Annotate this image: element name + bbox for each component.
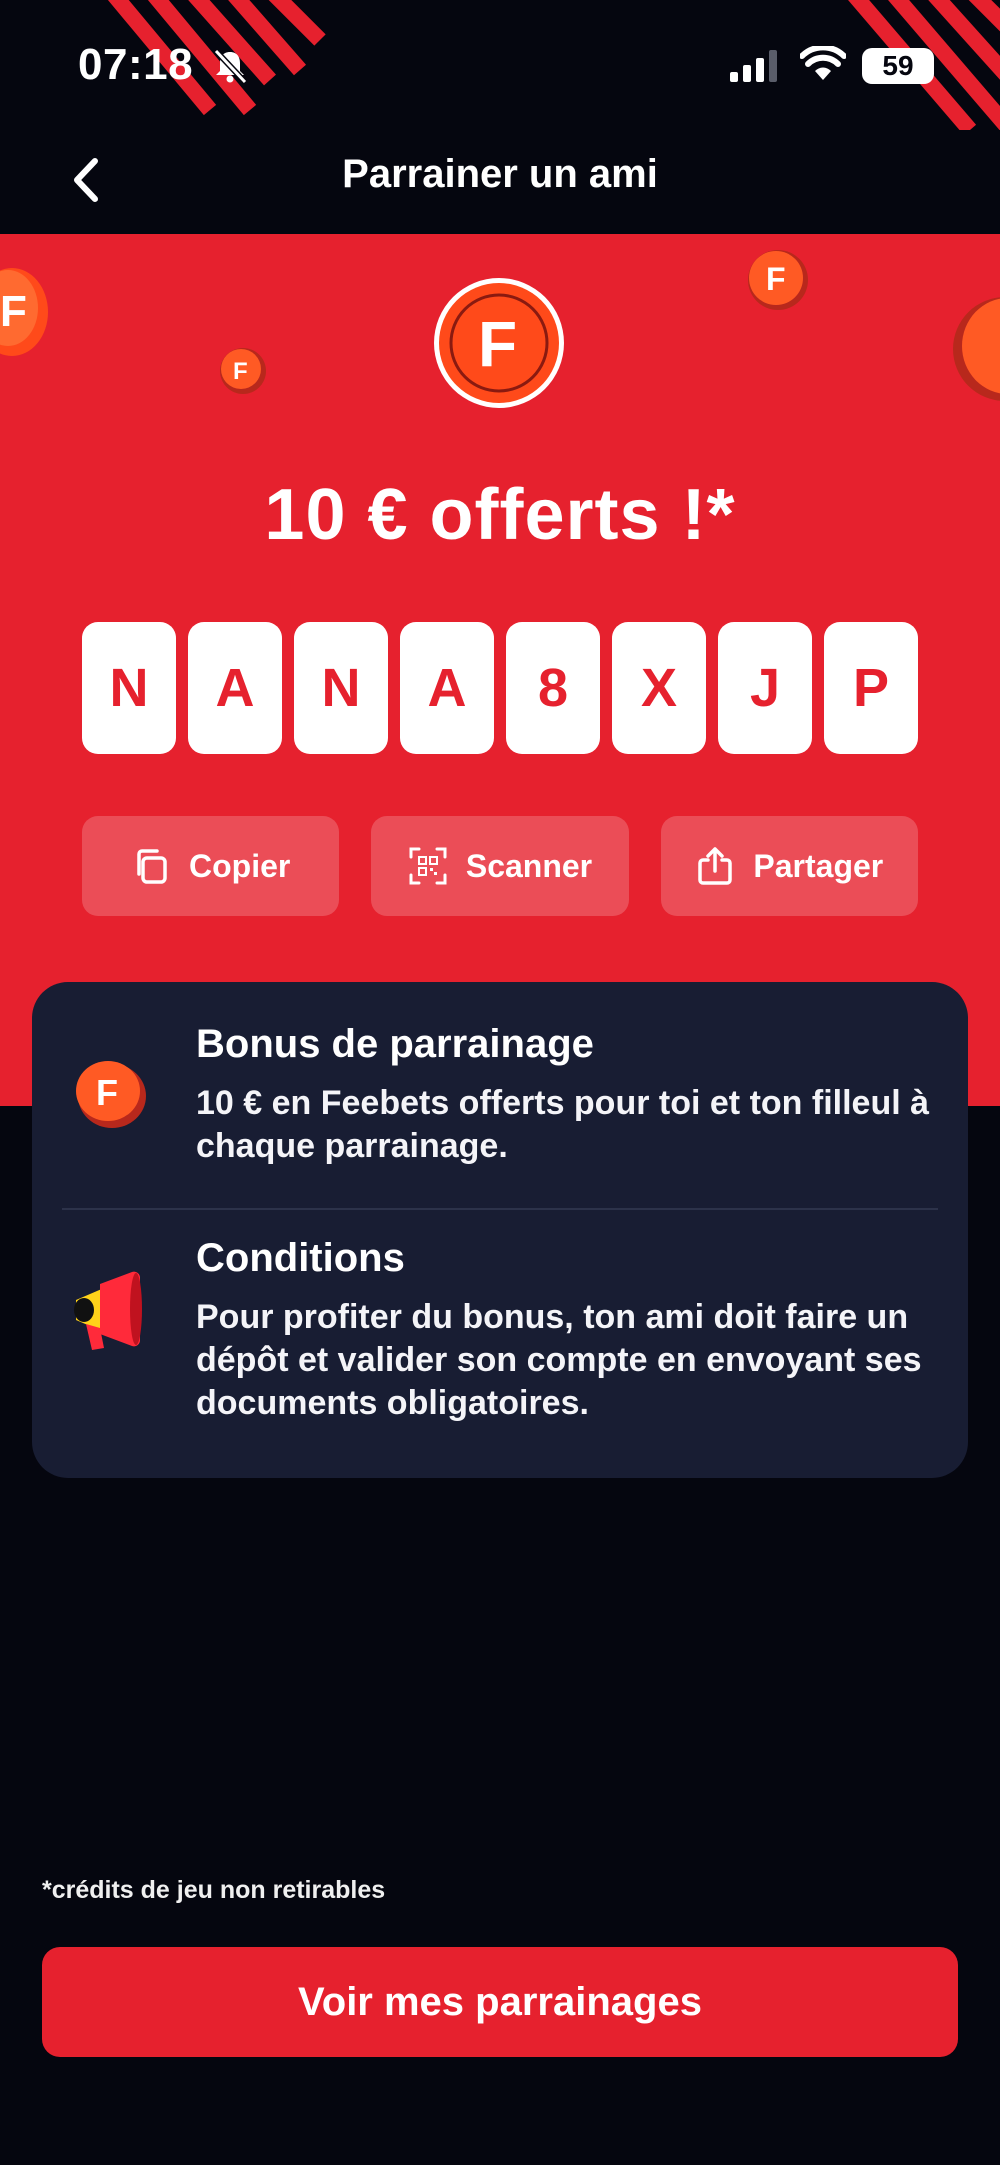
megaphone-icon	[74, 1271, 142, 1350]
svg-text:F: F	[96, 1072, 118, 1113]
divider	[62, 1208, 938, 1210]
share-button[interactable]: Partager	[660, 816, 918, 916]
copy-label: Copier	[188, 847, 291, 884]
offer-title: 10 € offerts !*	[264, 475, 736, 555]
bonus-text: 10 € en Feebets offerts pour toi et ton …	[196, 1084, 930, 1165]
wifi-icon	[800, 46, 846, 80]
code-character: A	[400, 622, 494, 754]
code-character: J	[718, 622, 812, 754]
code-character: X	[612, 622, 706, 754]
footnote: *crédits de jeu non retirables	[42, 1876, 386, 1904]
scan-button[interactable]: Scanner	[371, 816, 629, 916]
share-icon	[698, 847, 733, 885]
svg-text:F: F	[766, 261, 786, 297]
coin-icon: F	[220, 348, 266, 394]
copy-icon	[137, 849, 167, 884]
code-character: A	[188, 622, 282, 754]
view-referrals-button[interactable]: Voir mes parrainages	[42, 1947, 958, 2057]
header: Parrainer un ami	[0, 130, 1000, 234]
qr-scan-icon	[409, 847, 447, 885]
code-character: N	[82, 622, 176, 754]
bell-slash-icon	[213, 48, 248, 85]
code-character: 8	[506, 622, 600, 754]
clock: 07:18	[78, 40, 194, 89]
bonus-title: Bonus de parrainage	[196, 1022, 594, 1066]
scan-label: Scanner	[465, 847, 593, 884]
code-character: N	[294, 622, 388, 754]
svg-text:F: F	[0, 287, 27, 336]
coin-icon	[953, 297, 1000, 401]
status-bar: 07:18 59	[0, 0, 1000, 130]
coin-icon: F	[748, 250, 808, 310]
code-character: P	[824, 622, 918, 754]
page-title: Parrainer un ami	[342, 152, 658, 196]
code-actions: Copier Scanner Partager	[82, 816, 918, 916]
battery-indicator: 59	[862, 48, 934, 84]
referral-info-card: F Bonus de parrainage 10 € en Feebets of…	[32, 982, 968, 1478]
coin-icon: F	[0, 268, 48, 356]
referral-code: N A N A 8 X J P	[82, 622, 918, 754]
brand-logo-icon: F	[434, 278, 564, 408]
conditions-title: Conditions	[196, 1236, 405, 1280]
svg-text:F: F	[233, 358, 248, 385]
share-label: Partager	[753, 847, 884, 884]
copy-button[interactable]: Copier	[82, 816, 340, 916]
coin-icon: F	[76, 1061, 146, 1128]
conditions-text: Pour profiter du bonus, ton ami doit fai…	[196, 1298, 922, 1422]
referral-hero: F F F F 10 € offerts !* N A N A 8 X J P	[0, 234, 1000, 1106]
svg-text:F: F	[478, 308, 517, 380]
cellular-signal-icon	[730, 50, 777, 82]
